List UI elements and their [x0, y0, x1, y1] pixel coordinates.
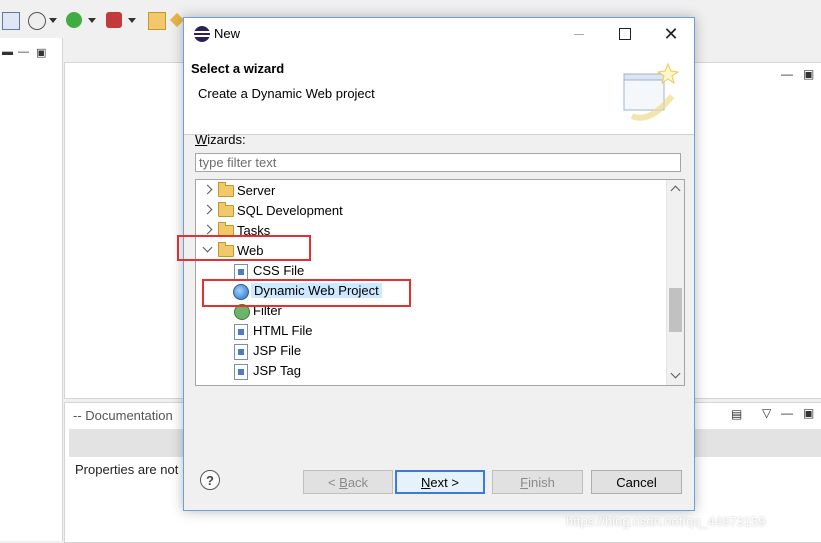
panel-maximize-icon[interactable]: ▣ [803, 406, 814, 420]
tree-item-sql-development[interactable]: SQL Development [196, 201, 666, 221]
finish-button-label: Finish [520, 474, 555, 490]
tree-item-label: JSP File [253, 343, 302, 358]
next-button[interactable]: Next > [395, 470, 485, 494]
folder-icon [218, 202, 234, 217]
watermark: https://blog.csdn.net/qq_44973159 [566, 514, 766, 529]
folder-icon [218, 182, 234, 197]
filter-input[interactable] [195, 153, 681, 172]
eclipse-icon [194, 26, 210, 42]
html-file-icon [234, 324, 248, 340]
maximize-button[interactable] [602, 18, 648, 50]
editor-maximize-icon[interactable]: ▣ [803, 67, 814, 81]
back-button-label: < Back [327, 474, 369, 490]
scroll-up-icon[interactable] [670, 185, 681, 196]
dialog-title: New [214, 26, 241, 41]
chevron-right-icon[interactable] [202, 204, 213, 215]
tree-item-jsp-file[interactable]: JSP File [196, 341, 666, 361]
banner-subtitle: Create a Dynamic Web project [198, 86, 375, 101]
new-view-icon[interactable]: ▤ [731, 407, 742, 421]
new-wizard-dialog: New ✕ Select a wizard Create a Dynamic W… [177, 17, 695, 511]
wizard-banner: Select a wizard Create a Dynamic Web pro… [184, 50, 694, 135]
help-icon: ? [206, 472, 214, 488]
scrollbar-thumb[interactable] [669, 288, 682, 332]
close-button[interactable]: ✕ [648, 18, 694, 50]
properties-text: Properties are not [75, 462, 179, 477]
close-icon: ✕ [663, 23, 679, 44]
debug-dropdown-icon[interactable] [49, 18, 57, 23]
external-tools-icon[interactable] [106, 12, 122, 28]
tree-item-html-file[interactable]: HTML File [196, 321, 666, 341]
help-button[interactable]: ? [200, 470, 220, 490]
tree-scrollbar[interactable] [666, 180, 684, 385]
documentation-tab[interactable]: -- Documentation [73, 408, 173, 423]
wizard-banner-icon [623, 62, 680, 121]
minimize-button[interactable] [556, 18, 602, 50]
tree-item-label: CSS File [253, 263, 305, 278]
run-icon[interactable] [66, 12, 82, 28]
cancel-button[interactable]: Cancel [591, 470, 682, 494]
css-file-icon [234, 264, 248, 280]
tree-item-label: SQL Development [237, 203, 343, 218]
chevron-right-icon[interactable] [202, 224, 213, 235]
editor-minimize-icon[interactable]: — [781, 67, 793, 81]
panel-minimize-icon[interactable]: — [781, 406, 793, 420]
view-menu-icon[interactable]: ▬ [2, 46, 13, 58]
jsp-file-icon [234, 344, 248, 360]
finish-button[interactable]: Finish [492, 470, 583, 494]
wizards-label-mnemonic: W [195, 132, 208, 147]
chevron-right-icon[interactable] [202, 184, 213, 195]
run-dropdown-icon[interactable] [88, 18, 96, 23]
tree-item-label: HTML File [253, 323, 313, 338]
maximize-icon[interactable]: ▣ [36, 46, 46, 59]
jsp-tag-icon [234, 364, 248, 380]
tree-item-css-file[interactable]: CSS File [196, 261, 666, 281]
monitor-icon[interactable] [2, 12, 20, 30]
tree-item-server[interactable]: Server [196, 181, 666, 201]
debug-icon[interactable] [28, 12, 46, 30]
left-view-strip: ▬ — ▣ [0, 38, 63, 541]
minimize-icon[interactable]: — [18, 46, 29, 58]
wizards-label-text: izards: [207, 132, 246, 147]
build-icon[interactable] [169, 12, 185, 28]
tree-item-label: Server [237, 183, 276, 198]
dialog-titlebar[interactable]: New ✕ [184, 18, 694, 50]
scroll-down-icon[interactable] [670, 368, 681, 379]
next-button-label: Next > [421, 474, 459, 490]
open-folder-icon[interactable] [148, 12, 166, 30]
wizards-label: Wizards: [195, 132, 246, 147]
maximize-icon [619, 28, 631, 40]
back-button[interactable]: < Back [303, 470, 393, 494]
external-tools-dropdown-icon[interactable] [128, 18, 136, 23]
highlight-web [177, 235, 311, 261]
highlight-dynamic-web-project [202, 279, 411, 307]
banner-title: Select a wizard [191, 61, 285, 76]
tree-item-label: JSP Tag [253, 363, 301, 378]
view-menu-icon[interactable]: ▽ [762, 406, 771, 420]
tree-item-jsp-tag[interactable]: JSP Tag [196, 361, 666, 381]
minimize-icon [574, 33, 584, 35]
